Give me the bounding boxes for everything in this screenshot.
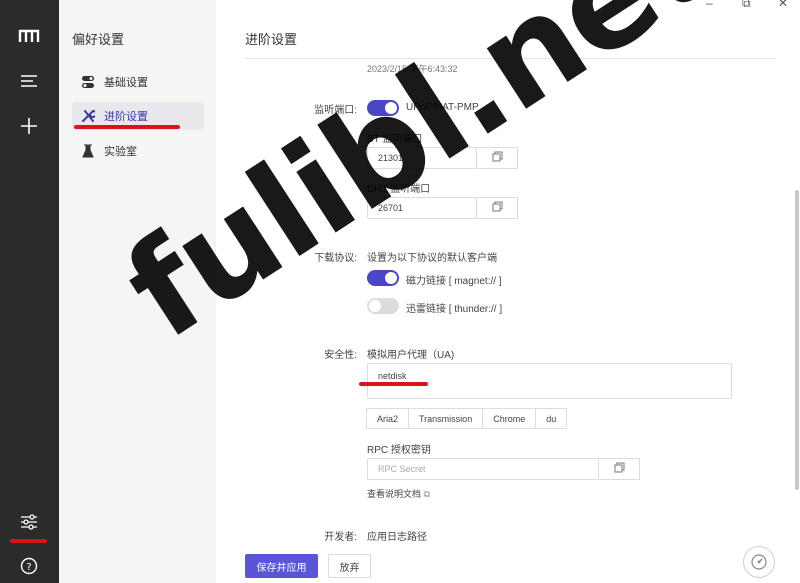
help-icon[interactable]: ? bbox=[14, 551, 44, 581]
upnp-label: UPnP/NAT-PMP bbox=[406, 102, 479, 113]
nav-item-label: 基础设置 bbox=[104, 77, 148, 89]
external-link-icon: ⧉ bbox=[423, 489, 430, 499]
rpc-label: RPC 授权密钥 bbox=[367, 445, 431, 456]
copy-icon bbox=[614, 460, 625, 478]
sliders-icon[interactable] bbox=[14, 507, 44, 537]
bt-port-value: 21301 bbox=[378, 153, 404, 163]
plus-icon[interactable] bbox=[14, 111, 44, 141]
protocol-label: 下载协议: bbox=[314, 253, 357, 264]
nav-item-label: 实验室 bbox=[104, 146, 137, 158]
annotation-underline bbox=[74, 125, 180, 129]
doc-link-label: 查看说明文档 bbox=[367, 489, 422, 499]
upnp-toggle[interactable] bbox=[367, 100, 399, 116]
dht-port-input[interactable]: 26701 bbox=[367, 197, 477, 219]
listen-port-label: 监听端口: bbox=[314, 105, 357, 116]
nav-title: 偏好设置 bbox=[72, 32, 125, 47]
annotation-underline bbox=[10, 539, 47, 543]
bt-port-input[interactable]: 21301 bbox=[367, 147, 477, 169]
discard-button[interactable]: 放弃 bbox=[328, 554, 371, 578]
ua-preset-group: Aria2 Transmission Chrome du bbox=[366, 408, 568, 429]
copy-button[interactable] bbox=[477, 147, 518, 169]
magnet-toggle[interactable] bbox=[367, 270, 399, 286]
copy-icon bbox=[492, 149, 503, 167]
minimize-button[interactable]: – bbox=[706, 0, 713, 10]
thunder-toggle[interactable] bbox=[367, 298, 399, 314]
scrollbar[interactable] bbox=[795, 190, 799, 490]
magnet-label: 磁力链接 [ magnet:// ] bbox=[406, 276, 502, 287]
ua-preset-transmission[interactable]: Transmission bbox=[408, 408, 484, 429]
ua-value: netdisk bbox=[378, 371, 407, 381]
developer-label: 开发者: bbox=[324, 532, 357, 543]
ua-preset-du[interactable]: du bbox=[535, 408, 568, 429]
log-path-label: 应用日志路径 bbox=[367, 532, 427, 543]
thunder-label: 迅雷链接 [ thunder:// ] bbox=[406, 304, 503, 315]
app-rail: ? bbox=[0, 0, 59, 583]
rpc-secret-input[interactable]: RPC Secret bbox=[367, 458, 599, 480]
restore-button[interactable]: ⧉ bbox=[742, 0, 751, 11]
dht-port-label: DHT 监听端口 bbox=[367, 184, 431, 195]
speedometer-icon[interactable] bbox=[743, 546, 775, 578]
settings-nav: 偏好设置 基础设置 进阶设置 实验室 bbox=[59, 0, 216, 583]
nav-item-label: 进阶设置 bbox=[104, 111, 148, 123]
flask-icon bbox=[80, 143, 96, 159]
annotation-underline bbox=[359, 382, 428, 386]
doc-link[interactable]: 查看说明文档 ⧉ bbox=[367, 487, 430, 500]
tools-icon bbox=[80, 108, 96, 124]
ua-preset-chrome[interactable]: Chrome bbox=[482, 408, 537, 429]
rpc-placeholder: RPC Secret bbox=[378, 464, 426, 474]
ua-input[interactable]: netdisk bbox=[367, 363, 732, 399]
nav-item-lab[interactable]: 实验室 bbox=[72, 137, 204, 165]
toggle-icon bbox=[80, 74, 96, 90]
bt-port-label: BT 监听端口 bbox=[367, 134, 423, 145]
security-label: 安全性: bbox=[324, 350, 357, 361]
copy-button[interactable] bbox=[599, 458, 640, 480]
copy-icon bbox=[492, 199, 503, 217]
page-title: 进阶设置 bbox=[245, 32, 298, 47]
svg-text:?: ? bbox=[26, 562, 31, 573]
menu-icon[interactable] bbox=[14, 66, 44, 96]
timestamp: 2023/2/15 下午6:43:32 bbox=[367, 64, 458, 74]
ua-label: 模拟用户代理（UA) bbox=[367, 350, 455, 361]
copy-button[interactable] bbox=[477, 197, 518, 219]
protocol-desc: 设置为以下协议的默认客户端 bbox=[367, 253, 497, 264]
nav-item-basic[interactable]: 基础设置 bbox=[72, 68, 204, 96]
divider bbox=[245, 58, 776, 59]
dht-port-value: 26701 bbox=[378, 203, 404, 213]
m-logo-icon[interactable] bbox=[14, 21, 44, 51]
ua-preset-aria2[interactable]: Aria2 bbox=[366, 408, 410, 429]
save-apply-button[interactable]: 保存并应用 bbox=[245, 554, 318, 578]
close-button[interactable]: ✕ bbox=[778, 0, 788, 10]
